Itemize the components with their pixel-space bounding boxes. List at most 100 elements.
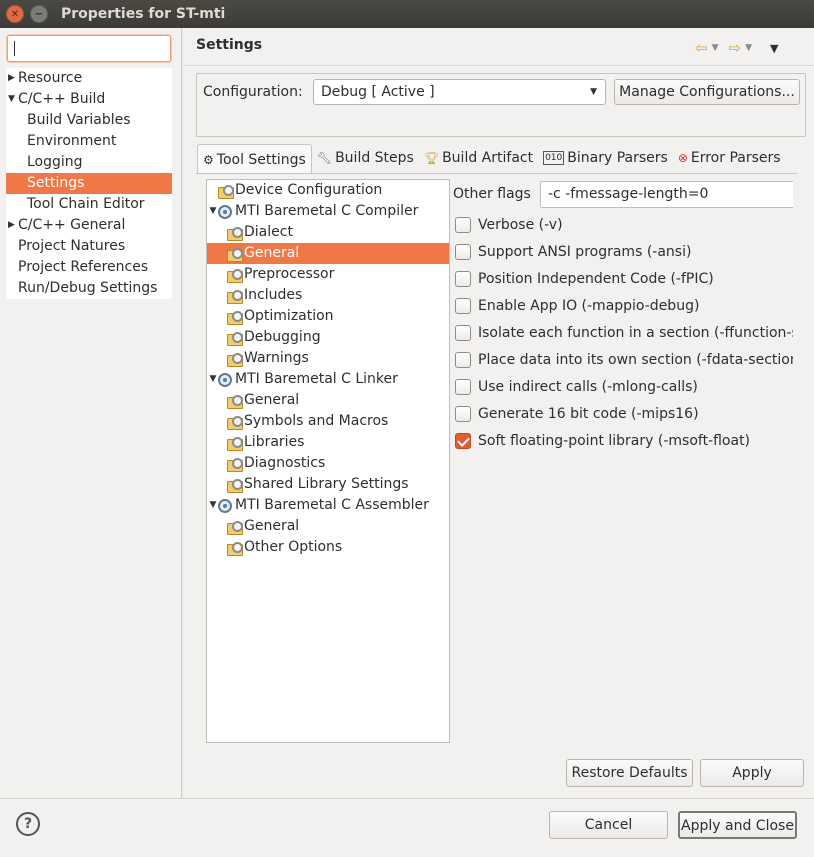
view-menu-icon[interactable]: ▼ <box>770 42 778 55</box>
option-verbose[interactable]: Verbose (-v) <box>455 214 563 236</box>
tree-item-label: Other Options <box>244 539 343 555</box>
expand-arrow-icon[interactable]: ▶ <box>8 68 15 89</box>
settings-folder-icon <box>227 394 243 409</box>
tab-binary-parsers[interactable]: 010 Binary Parsers <box>538 144 673 172</box>
tab-build-artifact[interactable]: 🏆︎ Build Artifact <box>419 144 538 172</box>
tree-item-symbols-and-macros[interactable]: Symbols and Macros <box>207 411 449 432</box>
expand-arrow-icon[interactable]: ▶ <box>8 215 15 236</box>
tree-item-label: General <box>244 245 300 261</box>
tool-icon <box>218 498 232 513</box>
nav-item-project-natures[interactable]: Project Natures <box>6 236 172 257</box>
back-arrow-icon[interactable]: ⇦ <box>695 39 708 57</box>
tree-item-linker-general[interactable]: General <box>207 390 449 411</box>
back-dropdown-icon[interactable]: ▼ <box>712 43 719 53</box>
nav-item-label: Settings <box>27 175 85 191</box>
option-function-sections[interactable]: Isolate each function in a section (-ffu… <box>455 322 793 344</box>
tree-item-other-options[interactable]: Other Options <box>207 537 449 558</box>
tree-item-compiler[interactable]: ▼ MTI Baremetal C Compiler <box>207 201 449 222</box>
tab-tool-settings[interactable]: ⚙ Tool Settings <box>197 144 312 174</box>
tool-settings-icon: ⚙ <box>203 152 214 167</box>
checkbox[interactable] <box>455 271 471 287</box>
tree-item-preprocessor[interactable]: Preprocessor <box>207 264 449 285</box>
tree-item-compiler-general[interactable]: General <box>207 243 449 264</box>
checkbox[interactable] <box>455 379 471 395</box>
checkbox[interactable] <box>455 244 471 260</box>
tree-item-label: Device Configuration <box>235 182 383 198</box>
nav-item-settings[interactable]: Settings <box>6 173 172 194</box>
checkbox[interactable] <box>455 406 471 422</box>
checkbox[interactable] <box>455 217 471 233</box>
option-long-calls[interactable]: Use indirect calls (-mlong-calls) <box>455 376 698 398</box>
collapse-arrow-icon[interactable]: ▼ <box>8 89 15 110</box>
cancel-button[interactable]: Cancel <box>549 811 668 839</box>
apply-and-close-button[interactable]: Apply and Close <box>678 811 797 839</box>
other-flags-input[interactable]: -c -fmessage-length=0 <box>540 181 793 208</box>
tree-item-label: Debugging <box>244 329 321 345</box>
settings-folder-icon <box>227 436 243 451</box>
tab-label: Tool Settings <box>216 151 306 168</box>
forward-arrow-icon[interactable]: ⇨ <box>729 39 742 57</box>
restore-defaults-button[interactable]: Restore Defaults <box>566 759 693 787</box>
binary-file-icon: 010 <box>543 151 565 165</box>
nav-item-environment[interactable]: Environment <box>6 131 172 152</box>
collapse-arrow-icon[interactable]: ▼ <box>208 369 218 390</box>
tree-item-assembler[interactable]: ▼ MTI Baremetal C Assembler <box>207 495 449 516</box>
option-label: Isolate each function in a section (-ffu… <box>478 325 793 341</box>
nav-item-resource[interactable]: ▶ Resource <box>6 68 172 89</box>
help-icon[interactable]: ? <box>16 812 40 836</box>
tree-item-assembler-general[interactable]: General <box>207 516 449 537</box>
tab-label: Error Parsers <box>690 150 781 166</box>
manage-configurations-button[interactable]: Manage Configurations... <box>614 79 800 105</box>
tree-item-dialect[interactable]: Dialect <box>207 222 449 243</box>
settings-folder-icon <box>227 541 243 556</box>
tree-item-libraries[interactable]: Libraries <box>207 432 449 453</box>
tree-item-debugging[interactable]: Debugging <box>207 327 449 348</box>
collapse-arrow-icon[interactable]: ▼ <box>208 495 218 516</box>
compiler-general-options: Other flags -c -fmessage-length=0 Verbos… <box>453 180 793 480</box>
nav-item-build-variables[interactable]: Build Variables <box>6 110 172 131</box>
dialog-button-bar: ? Cancel Apply and Close <box>0 798 814 857</box>
tab-error-parsers[interactable]: ⊗ Error Parsers <box>673 144 786 172</box>
tree-item-label: Warnings <box>244 350 309 366</box>
checkbox-checked[interactable] <box>455 433 471 449</box>
option-ansi[interactable]: Support ANSI programs (-ansi) <box>455 241 691 263</box>
filter-input[interactable] <box>7 35 171 62</box>
page-title: Settings <box>196 37 263 53</box>
checkbox[interactable] <box>455 352 471 368</box>
configuration-select[interactable]: Debug [ Active ] ▼ <box>313 79 606 105</box>
tree-item-label: MTI Baremetal C Compiler <box>235 203 419 219</box>
settings-folder-icon <box>227 331 243 346</box>
tree-item-warnings[interactable]: Warnings <box>207 348 449 369</box>
tree-item-linker[interactable]: ▼ MTI Baremetal C Linker <box>207 369 449 390</box>
close-window-icon[interactable]: ✕ <box>6 5 24 23</box>
tree-item-includes[interactable]: Includes <box>207 285 449 306</box>
tree-item-diagnostics[interactable]: Diagnostics <box>207 453 449 474</box>
nav-item-run-debug-settings[interactable]: Run/Debug Settings <box>6 278 172 299</box>
tab-label: Build Steps <box>335 150 414 166</box>
tab-build-steps[interactable]: 🔧︎ Build Steps <box>312 144 419 172</box>
title-bar: ✕ − Properties for ST-mti <box>0 0 814 28</box>
nav-item-label: C/C++ Build <box>18 91 106 107</box>
checkbox[interactable] <box>455 298 471 314</box>
nav-item-cpp-general[interactable]: ▶ C/C++ General <box>6 215 172 236</box>
option-soft-float[interactable]: Soft floating-point library (-msoft-floa… <box>455 430 750 452</box>
option-app-io[interactable]: Enable App IO (-mappio-debug) <box>455 295 699 317</box>
configuration-label: Configuration: <box>203 84 303 100</box>
forward-dropdown-icon[interactable]: ▼ <box>745 43 752 53</box>
nav-item-tool-chain-editor[interactable]: Tool Chain Editor <box>6 194 172 215</box>
tree-item-device-configuration[interactable]: Device Configuration <box>207 180 449 201</box>
nav-item-project-references[interactable]: Project References <box>6 257 172 278</box>
tree-item-shared-library-settings[interactable]: Shared Library Settings <box>207 474 449 495</box>
checkbox[interactable] <box>455 325 471 341</box>
apply-button[interactable]: Apply <box>700 759 804 787</box>
option-data-sections[interactable]: Place data into its own section (-fdata-… <box>455 349 793 371</box>
tree-item-label: Optimization <box>244 308 334 324</box>
settings-folder-icon <box>227 247 243 262</box>
nav-item-cpp-build[interactable]: ▼ C/C++ Build <box>6 89 172 110</box>
collapse-arrow-icon[interactable]: ▼ <box>208 201 218 222</box>
nav-item-logging[interactable]: Logging <box>6 152 172 173</box>
tree-item-optimization[interactable]: Optimization <box>207 306 449 327</box>
option-mips16[interactable]: Generate 16 bit code (-mips16) <box>455 403 699 425</box>
option-fpic[interactable]: Position Independent Code (-fPIC) <box>455 268 714 290</box>
minimize-window-icon[interactable]: − <box>30 5 48 23</box>
